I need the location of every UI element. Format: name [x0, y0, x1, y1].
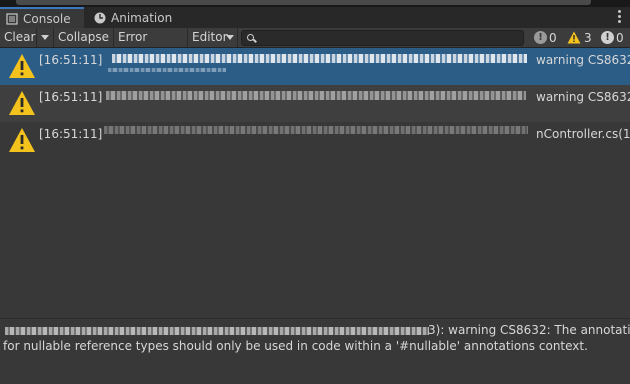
info-icon: ! — [534, 31, 547, 44]
log-message-redacted — [100, 85, 528, 122]
search-icon — [247, 34, 254, 41]
log-timestamp: [16:51:11] — [39, 127, 103, 141]
tab-animation-label: Animation — [111, 11, 173, 25]
log-count: 0 — [549, 30, 557, 45]
warning-icon — [9, 54, 35, 78]
log-message-redacted — [100, 48, 528, 85]
log-message-tail: nController.cs(19, — [536, 127, 630, 141]
horizontal-scrollbar[interactable] — [16, 0, 591, 5]
chevron-down-icon — [41, 35, 49, 40]
tab-console-label: Console — [23, 11, 71, 26]
log-message-redacted — [100, 122, 528, 159]
detail-redacted-path — [5, 327, 429, 335]
console-toolbar: Clear Collapse Error Pause Editor ! 0 3 … — [0, 28, 630, 63]
warning-icon — [9, 91, 35, 115]
error-count-toggle[interactable]: ! 0 — [597, 28, 630, 47]
log-message-tail: warning CS8632: — [536, 53, 630, 67]
warning-count: 3 — [584, 30, 592, 45]
clear-options-dropdown[interactable] — [37, 28, 54, 47]
chevron-down-icon — [226, 35, 234, 40]
tab-animation[interactable]: Animation — [88, 8, 178, 28]
editor-dropdown-label: Editor — [192, 30, 228, 44]
log-count-toggle[interactable]: ! 0 — [530, 28, 561, 47]
console-icon — [6, 12, 18, 25]
error-pause-toggle[interactable]: Error Pause — [114, 28, 188, 63]
more-options-icon[interactable] — [618, 10, 622, 24]
tab-console[interactable]: Console — [0, 7, 84, 28]
warning-icon — [9, 128, 35, 152]
log-detail-pane[interactable]: 3): warning CS8632: The annotation for n… — [0, 318, 630, 384]
warning-count-toggle[interactable]: 3 — [563, 28, 596, 47]
log-row[interactable]: [16:51:11] warning CS8632 — [0, 85, 630, 122]
editor-dropdown[interactable]: Editor — [188, 28, 238, 47]
animation-clock-icon — [94, 12, 106, 24]
detail-line-2: for nullable reference types should only… — [3, 339, 588, 353]
collapse-toggle[interactable]: Collapse — [54, 28, 114, 47]
error-icon: ! — [601, 31, 614, 44]
detail-line-1-text: 3): warning CS8632: The annotation — [428, 323, 630, 337]
log-row[interactable]: [16:51:11] warning CS8632: — [0, 48, 630, 85]
log-timestamp: [16:51:11] — [39, 53, 103, 67]
search-input[interactable] — [241, 30, 524, 46]
log-message-tail: warning CS8632 — [536, 90, 630, 104]
log-timestamp: [16:51:11] — [39, 90, 103, 104]
clear-button[interactable]: Clear — [0, 28, 37, 47]
detail-line-1: 3): warning CS8632: The annotation — [5, 323, 630, 339]
top-scroll-strip — [0, 0, 630, 7]
error-count: 0 — [616, 30, 624, 45]
log-list[interactable]: [16:51:11] warning CS8632: [16:51:11] wa… — [0, 48, 630, 318]
tab-strip: Console Animation — [0, 7, 630, 28]
warning-icon — [567, 31, 581, 44]
log-row[interactable]: [16:51:11] nController.cs(19, — [0, 122, 630, 159]
